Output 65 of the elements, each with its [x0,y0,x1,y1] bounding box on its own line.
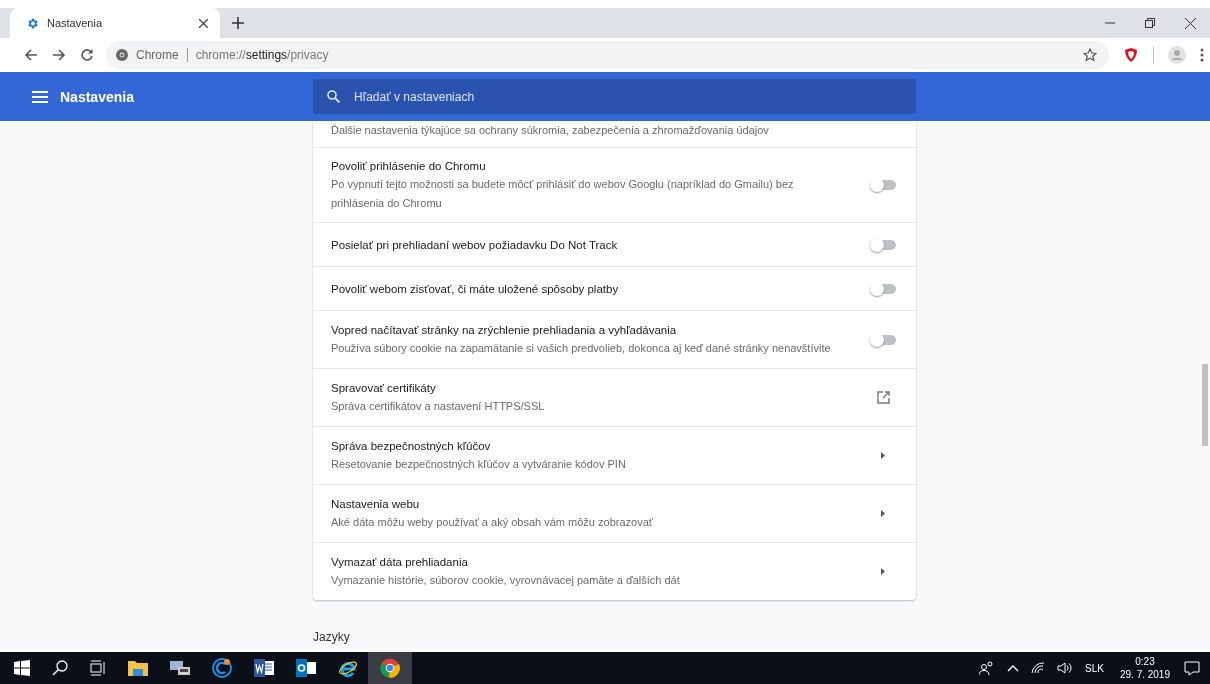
setting-label: Povoliť prihlásenie do Chromu [331,159,487,174]
scrollbar-thumb[interactable] [1202,364,1208,446]
wifi-icon[interactable] [1031,662,1046,674]
people-icon[interactable] [979,661,996,675]
chrome-logo-icon [380,658,400,678]
reload-icon[interactable] [80,48,94,62]
setting-label: Nastavenia webu [331,497,421,512]
star-icon[interactable] [1083,48,1097,62]
setting-description: Po vypnutí tejto možnosti sa budete môcť prihlásiť do webov Googlu (napríklad do Gmailu) bez prihlásenia do Chromu [331,177,795,211]
setting-label: Povoliť webom zisťovať, či máte uložené spôsoby platby [331,281,620,297]
tab-title: Nastavenia [47,17,103,29]
close-icon[interactable] [199,18,208,28]
toggle-switch[interactable] [870,332,896,347]
notification-icon[interactable] [1184,660,1200,676]
arrow-right-icon[interactable] [881,452,885,459]
section-heading: Jazyky [313,630,351,644]
arrow-right-icon[interactable] [881,510,885,517]
setting-description: Ďalšie nastavenia týkajúce sa ochrany súkromia, zabezpečenia a zhromažďovania údajov [331,123,770,138]
setting-label: Vopred načítavať stránky na zrýchlenie prehliadania a vyhľadávania [331,323,678,338]
setting-description: Správa certifikátov a nastavení HTTPS/SSL [331,399,546,414]
setting-label: Vymazať dáta prehliadania [331,555,469,570]
setting-label: Spravovať certifikáty [331,381,437,396]
arrow-right-icon[interactable] [881,568,885,575]
folder-icon[interactable] [128,660,148,676]
plus-icon[interactable] [232,17,244,29]
chevron-up-icon[interactable] [1007,664,1020,672]
word-icon[interactable] [254,659,274,677]
setting-description: Vymazanie histórie, súborov cookie, vyrovnávacej pamäte a ďalších dát [331,573,681,588]
toggle-switch[interactable] [870,237,896,252]
forward-arrow-icon[interactable] [52,48,66,62]
shield-icon[interactable] [1123,47,1139,63]
speaker-icon[interactable] [1057,662,1074,674]
computer-icon[interactable] [170,660,190,676]
chrome-logo-icon [116,49,128,61]
gear-icon [26,16,39,30]
search-icon [327,90,340,103]
search-field[interactable]: Hľadať v nastaveniach [313,79,916,114]
circle-c-icon[interactable] [212,658,232,678]
setting-label: Posielať pri prehliadaní webov požiadavku Do Not Track [331,237,619,253]
setting-label: Správa bezpečnostných kľúčov [331,439,492,454]
toggle-switch[interactable] [870,178,896,192]
toggle-switch[interactable] [870,281,896,296]
setting-description: Aké dáta môžu weby používať a aký obsah vám môžu zobrazovať [331,515,654,530]
clock-time[interactable]: 0:23 [1135,655,1155,668]
setting-description: Resetovanie bezpečnostných kľúčov a vytváranie kódov PIN [331,457,627,472]
clock-date[interactable]: 29. 7. 2019 [1119,668,1170,681]
setting-description: Používa súbory cookie na zapamätanie si vašich predvolieb, dokonca aj keď dané stránky nenavštívite [331,341,832,356]
search-icon[interactable] [52,660,68,676]
taskbar-item[interactable] [368,652,412,684]
language-indicator[interactable]: SLK [1085,662,1104,674]
task-view-icon[interactable] [90,660,106,676]
back-arrow-icon[interactable] [24,48,38,62]
site-label: Chrome [136,48,179,62]
external-link-icon[interactable] [876,391,890,404]
windows-logo-icon[interactable] [14,660,30,676]
browser-tab[interactable]: Nastavenia [10,8,220,38]
menu-icon[interactable] [1200,48,1204,62]
page-title: Nastavenia [60,88,134,105]
menu-icon[interactable] [32,90,48,103]
restore-icon[interactable] [1145,18,1155,28]
internet-explorer-icon[interactable] [338,658,358,678]
outlook-icon[interactable] [296,659,316,677]
close-icon[interactable] [1184,17,1196,29]
url-text: chrome://settings/privacy [195,48,329,62]
address-bar[interactable]: Chrome chrome://settings/privacy [106,41,1109,69]
